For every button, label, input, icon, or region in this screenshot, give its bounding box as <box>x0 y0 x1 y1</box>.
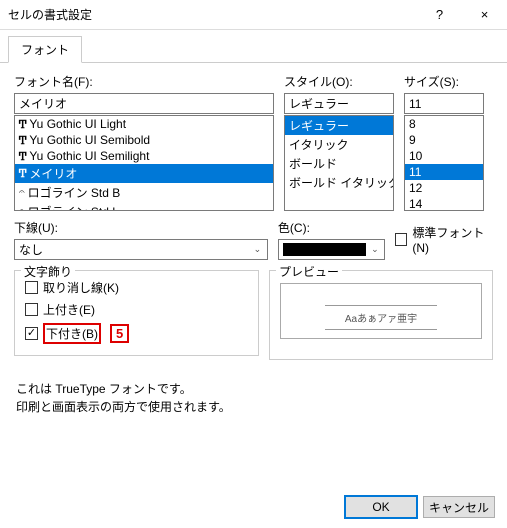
description: これは TrueType フォントです。 印刷と画面表示の両方で使用されます。 <box>16 380 493 416</box>
truetype-icon: Ͳ <box>19 167 26 180</box>
font-listbox[interactable]: ͲYu Gothic UI LightͲYu Gothic UI Semibol… <box>14 115 274 211</box>
font-size-input[interactable] <box>404 93 484 114</box>
effects-legend: 文字飾り <box>21 263 75 280</box>
opentype-icon: 𝄐 <box>19 187 25 198</box>
superscript-checkbox[interactable]: 上付き(E) <box>25 301 248 318</box>
strike-label: 取り消し線(K) <box>43 279 119 296</box>
desc-line2: 印刷と画面表示の両方で使用されます。 <box>16 398 493 416</box>
font-name-input[interactable] <box>14 93 274 114</box>
preview-legend: プレビュー <box>276 263 342 280</box>
help-button[interactable]: ? <box>417 0 462 30</box>
font-size-label: サイズ(S): <box>404 73 484 90</box>
close-button[interactable]: × <box>462 0 507 30</box>
list-item[interactable]: ボールド イタリック <box>285 173 393 192</box>
truetype-icon: Ͳ <box>19 150 26 163</box>
title-bar: セルの書式設定 ? × <box>0 0 507 30</box>
preview-group: プレビュー Aaあぁアァ亜宇 <box>269 270 493 360</box>
font-style-input[interactable] <box>284 93 394 114</box>
list-item[interactable]: ͲYu Gothic UI Semibold <box>15 132 273 148</box>
effects-group: 文字飾り 取り消し線(K) 上付き(E) 下付き(B) 5 <box>14 270 259 356</box>
truetype-icon: Ͳ <box>19 134 26 147</box>
normal-font-checkbox[interactable]: 標準フォント(N) <box>395 224 493 255</box>
tab-font[interactable]: フォント <box>8 36 82 63</box>
underline-value: なし <box>19 241 43 258</box>
list-item[interactable]: 8 <box>405 116 483 132</box>
chevron-down-icon: ⌄ <box>249 241 266 258</box>
list-item[interactable]: 14 <box>405 196 483 211</box>
color-select[interactable]: ⌄ <box>278 239 385 260</box>
list-item[interactable]: イタリック <box>285 135 393 154</box>
opentype-icon: 𝄐 <box>19 206 25 211</box>
style-listbox[interactable]: レギュラーイタリックボールドボールド イタリック <box>284 115 394 211</box>
ok-button[interactable]: OK <box>345 496 417 518</box>
desc-line1: これは TrueType フォントです。 <box>16 380 493 398</box>
checkbox-icon <box>395 233 407 246</box>
strike-checkbox[interactable]: 取り消し線(K) <box>25 279 248 296</box>
list-item[interactable]: レギュラー <box>285 116 393 135</box>
subscript-checkbox[interactable]: 下付き(B) 5 <box>25 323 248 344</box>
normal-font-label: 標準フォント(N) <box>412 224 493 255</box>
subscript-label: 下付き(B) <box>43 323 101 344</box>
list-item[interactable]: 12 <box>405 180 483 196</box>
cancel-button[interactable]: キャンセル <box>423 496 495 518</box>
underline-label: 下線(U): <box>14 219 268 236</box>
list-item[interactable]: ͲYu Gothic UI Light <box>15 116 273 132</box>
window-title: セルの書式設定 <box>8 6 417 23</box>
tab-strip: フォント <box>0 30 507 63</box>
preview-box: Aaあぁアァ亜宇 <box>280 283 482 339</box>
superscript-label: 上付き(E) <box>43 301 95 318</box>
list-item[interactable]: 9 <box>405 132 483 148</box>
callout-number: 5 <box>110 324 129 343</box>
font-name-label: フォント名(F): <box>14 73 274 90</box>
font-style-label: スタイル(O): <box>284 73 394 90</box>
chevron-down-icon: ⌄ <box>366 241 383 258</box>
checkbox-icon <box>25 303 38 316</box>
checkbox-checked-icon <box>25 327 38 340</box>
size-listbox[interactable]: 8910111214 <box>404 115 484 211</box>
list-item[interactable]: 11 <box>405 164 483 180</box>
underline-select[interactable]: なし ⌄ <box>14 239 268 260</box>
color-label: 色(C): <box>278 219 385 236</box>
preview-text: Aaあぁアァ亜宇 <box>325 305 437 330</box>
list-item[interactable]: ボールド <box>285 154 393 173</box>
truetype-icon: Ͳ <box>19 118 26 131</box>
list-item[interactable]: 10 <box>405 148 483 164</box>
checkbox-icon <box>25 281 38 294</box>
list-item[interactable]: 𝄐ロゴライン Std L <box>15 202 273 211</box>
list-item[interactable]: ͲYu Gothic UI Semilight <box>15 148 273 164</box>
list-item[interactable]: Ͳメイリオ <box>15 164 273 183</box>
list-item[interactable]: 𝄐ロゴライン Std B <box>15 183 273 202</box>
